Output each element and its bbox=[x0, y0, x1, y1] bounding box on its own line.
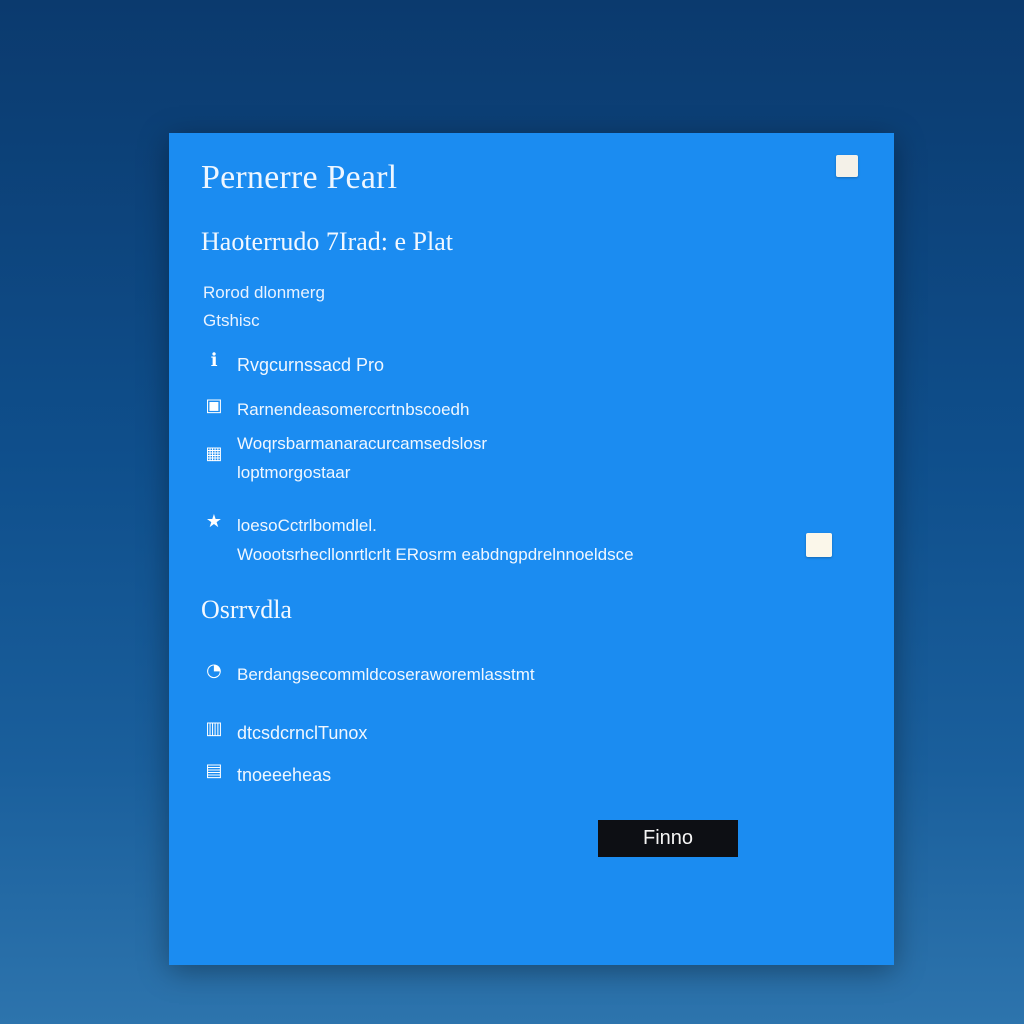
option-row-4[interactable]: ★ loesoCctrlbomdlel. Woootsrhecllonrtlcr… bbox=[203, 511, 854, 569]
option-row-3[interactable]: ▦ Woqrsbarmanaracurcamsedslosr loptmorgo… bbox=[203, 429, 854, 487]
info-icon: ℹ bbox=[210, 350, 218, 371]
display-icon: ▤ bbox=[205, 760, 223, 781]
option-label: Woqrsbarmanaracurcamsedslosr bbox=[237, 434, 488, 453]
option-sublabel: loptmorgostaar bbox=[237, 463, 351, 482]
clock-icon: ◔ bbox=[206, 660, 222, 681]
option-label: tnoeeeheas bbox=[237, 765, 332, 785]
option-row-1[interactable]: ℹ Rvgcurnssacd Pro bbox=[203, 350, 854, 380]
option-row-6[interactable]: ▥ dtcsdcrnclTunox bbox=[203, 718, 854, 748]
grid-icon: ▦ bbox=[205, 443, 223, 464]
option-label: loesoCctrlbomdlel. bbox=[237, 516, 377, 535]
option-label: Rvgcurnssacd Pro bbox=[237, 355, 385, 375]
settings-dialog: Pernerre Pearl Haoterrudo 7Irad: e Plat … bbox=[169, 133, 894, 965]
option-row-2[interactable]: ▣ Rarnendeasomerccrtnbscoedh bbox=[203, 395, 854, 424]
option-row-7[interactable]: ▤ tnoeeeheas bbox=[203, 760, 854, 790]
option-label: dtcsdcrnclTunox bbox=[237, 723, 368, 743]
square-icon: ▣ bbox=[205, 395, 223, 416]
section-description-line-1: Rorod dlonmerg bbox=[203, 283, 325, 302]
finish-button[interactable]: Finno bbox=[598, 820, 738, 857]
lock-icon: ▥ bbox=[205, 718, 223, 739]
close-button[interactable] bbox=[836, 155, 858, 177]
dialog-title: Pernerre Pearl bbox=[201, 159, 398, 196]
option-row-5[interactable]: ◔ Berdangsecommldcoseraworemlasstmt bbox=[203, 660, 854, 689]
section-heading-primary: Haoterrudo 7Irad: e Plat bbox=[201, 227, 453, 256]
option-label: Rarnendeasomerccrtnbscoedh bbox=[237, 400, 470, 419]
option-sublabel: Woootsrhecllonrtlcrlt ERosrm eabdngpdrel… bbox=[237, 545, 634, 564]
star-icon: ★ bbox=[205, 511, 223, 532]
section-description-line-2: Gtshisc bbox=[203, 311, 260, 330]
option-checkbox[interactable] bbox=[806, 533, 832, 557]
option-label: Berdangsecommldcoseraworemlasstmt bbox=[237, 665, 535, 684]
section-heading-secondary: Osrrvdla bbox=[201, 595, 292, 624]
